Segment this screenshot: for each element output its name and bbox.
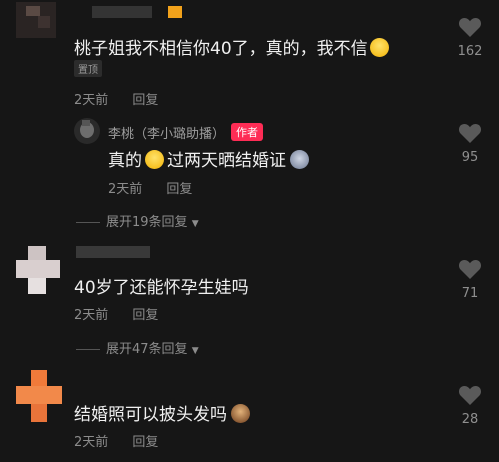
reply-meta: 2天前 回复 <box>108 178 212 197</box>
divider-line <box>76 222 100 223</box>
comment-text-3: 结婚照可以披头发吗 <box>74 400 250 425</box>
comment-time: 2天前 <box>74 93 109 108</box>
expand-replies-1[interactable]: 展开19条回复 ▼ <box>76 211 199 230</box>
reply-reply-button[interactable]: 回复 <box>166 182 192 197</box>
username-blurred-1[interactable] <box>92 6 152 18</box>
cowboy-emoji <box>231 404 250 423</box>
reply-button[interactable]: 回复 <box>132 93 158 108</box>
like-count: 95 <box>461 150 479 165</box>
like-button-1[interactable]: 162 <box>450 16 490 59</box>
like-button-reply[interactable]: 95 <box>450 122 490 165</box>
comment-meta-3: 2天前 回复 <box>74 431 178 450</box>
cat-emoji <box>290 150 309 169</box>
divider-line <box>76 349 100 350</box>
avatar-author[interactable] <box>74 118 100 144</box>
heart-icon <box>458 124 482 143</box>
comment-meta-1: 2天前 回复 <box>74 89 178 108</box>
like-count: 162 <box>457 44 483 59</box>
heart-icon <box>458 18 482 37</box>
expand-replies-2[interactable]: 展开47条回复 ▼ <box>76 338 199 357</box>
author-badge: 作者 <box>231 123 264 141</box>
chevron-down-icon: ▼ <box>191 219 199 229</box>
heart-icon <box>458 386 482 405</box>
reply-button[interactable]: 回复 <box>132 435 158 450</box>
like-button-3[interactable]: 28 <box>450 384 490 427</box>
reply-username[interactable]: 李桃（李小璐助播） <box>108 127 225 142</box>
reply-time: 2天前 <box>108 182 143 197</box>
comment-time: 2天前 <box>74 308 109 323</box>
like-count: 71 <box>461 286 479 301</box>
reply-button[interactable]: 回复 <box>132 308 158 323</box>
reply-username-row: 李桃（李小璐助播） 作者 <box>108 123 264 142</box>
username-blurred-2[interactable] <box>76 246 150 258</box>
like-count: 28 <box>461 412 479 427</box>
comment-time: 2天前 <box>74 435 109 450</box>
badge-blurred-1 <box>168 6 182 18</box>
avatar-comment-1[interactable] <box>16 2 56 38</box>
comment-text-2: 40岁了还能怀孕生娃吗 <box>74 278 249 298</box>
avatar-comment-3[interactable] <box>16 370 62 424</box>
comment-meta-2: 2天前 回复 <box>74 304 178 323</box>
reply-text: 真的 过两天晒结婚证 <box>108 146 309 171</box>
heart-icon <box>458 260 482 279</box>
laugh-cry-emoji <box>369 38 389 57</box>
like-button-2[interactable]: 71 <box>450 258 490 301</box>
pinned-label: 置顶 <box>74 60 102 77</box>
chevron-down-icon: ▼ <box>191 346 199 356</box>
avatar-comment-2[interactable] <box>16 246 60 296</box>
laugh-cry-emoji <box>145 150 164 169</box>
comment-text-1: 桃子姐我不相信你40了，真的，我不信 <box>74 34 389 59</box>
